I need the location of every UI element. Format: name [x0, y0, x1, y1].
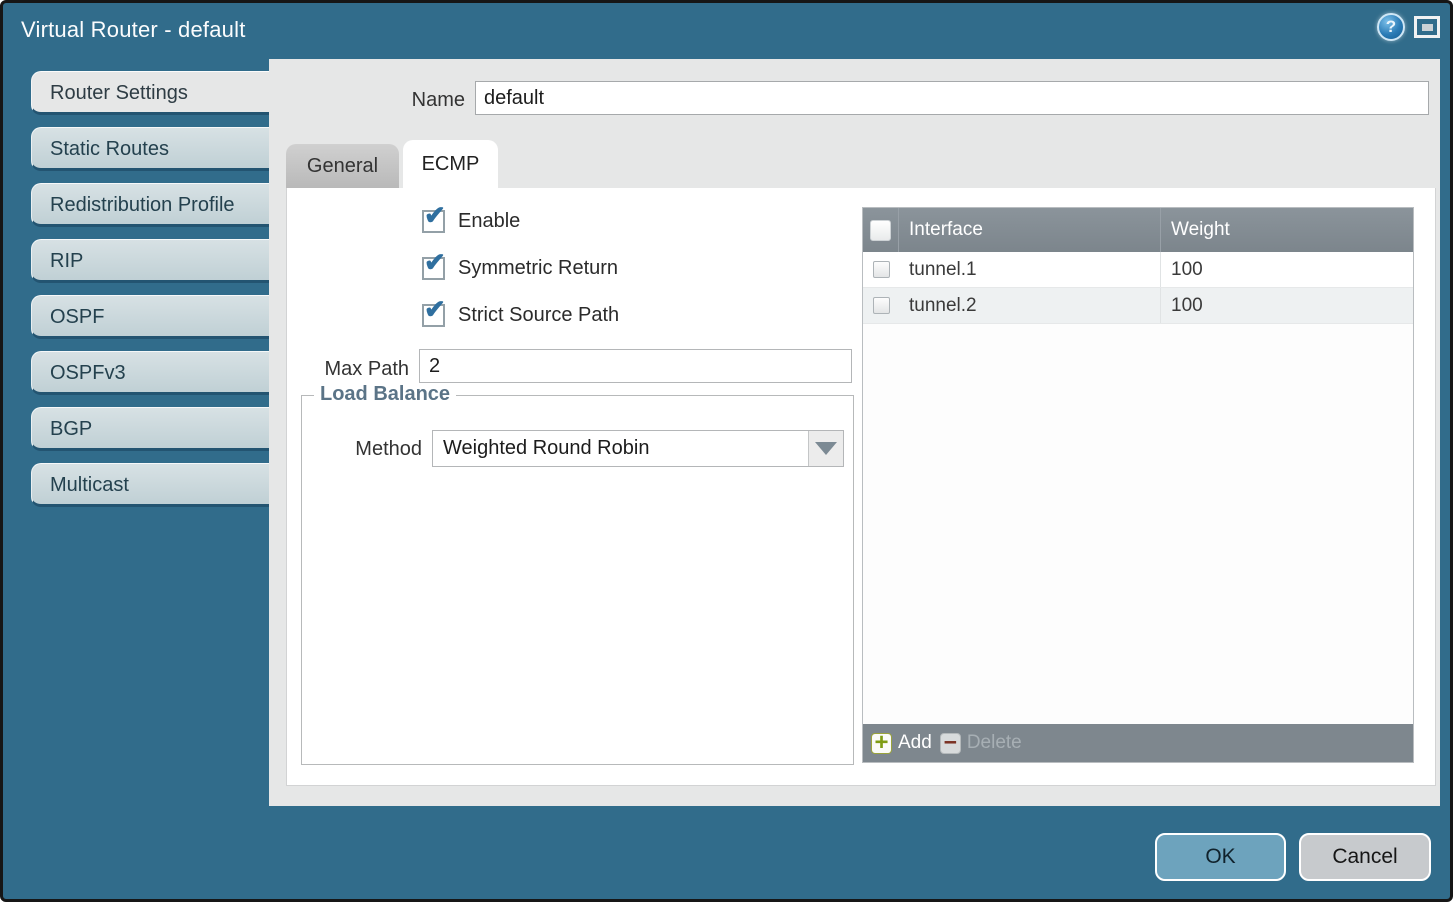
sidebar-item-ospf[interactable]: OSPF [31, 295, 269, 339]
tab-ecmp[interactable]: ECMP [403, 140, 498, 188]
name-label: Name [389, 89, 465, 112]
plus-icon: + [871, 733, 892, 754]
symmetric-return-checkbox[interactable]: ✔ [422, 257, 445, 280]
restore-window-icon[interactable] [1414, 16, 1440, 38]
column-header-interface[interactable]: Interface [899, 219, 1160, 241]
table-row[interactable]: tunnel.2 100 [863, 288, 1413, 324]
dropdown-arrow-button[interactable] [808, 431, 843, 466]
symmetric-return-label: Symmetric Return [458, 257, 618, 280]
enable-label: Enable [458, 210, 520, 233]
load-balance-legend: Load Balance [314, 383, 456, 406]
max-path-label: Max Path [297, 358, 409, 381]
sidebar-item-redistribution-profile[interactable]: Redistribution Profile [31, 183, 269, 227]
dialog-title: Virtual Router - default [21, 3, 246, 57]
table-empty-area [863, 324, 1413, 724]
row-checkbox[interactable] [873, 297, 890, 314]
ecmp-tab-panel: ✔ Enable ✔ Symmetric Return ✔ Strict Sou… [286, 188, 1436, 786]
table-footer: + Add − Delete [863, 724, 1413, 762]
sidebar-item-rip[interactable]: RIP [31, 239, 269, 283]
check-icon: ✔ [424, 202, 446, 228]
select-all-checkbox[interactable] [870, 220, 891, 241]
delete-button-label: Delete [967, 732, 1022, 754]
strict-source-path-row: ✔ Strict Source Path [422, 304, 619, 327]
cancel-button[interactable]: Cancel [1299, 833, 1431, 881]
cell-interface: tunnel.2 [899, 295, 1160, 317]
virtual-router-dialog: Virtual Router - default ? Router Settin… [0, 0, 1453, 902]
tab-general[interactable]: General [286, 144, 399, 188]
load-balance-group: Load Balance Method Weighted Round Robin [301, 395, 854, 765]
check-icon: ✔ [424, 296, 446, 322]
minus-icon: − [940, 733, 961, 754]
table-header: Interface Weight [863, 208, 1413, 252]
row-checkbox[interactable] [873, 261, 890, 278]
check-icon: ✔ [424, 249, 446, 275]
enable-checkbox[interactable]: ✔ [422, 210, 445, 233]
delete-button[interactable]: − Delete [940, 732, 1022, 754]
symmetric-return-row: ✔ Symmetric Return [422, 257, 618, 280]
max-path-input[interactable] [419, 349, 852, 383]
sidebar-item-bgp[interactable]: BGP [31, 407, 269, 451]
sidebar-item-ospfv3[interactable]: OSPFv3 [31, 351, 269, 395]
cell-interface: tunnel.1 [899, 259, 1160, 281]
strict-source-path-checkbox[interactable]: ✔ [422, 304, 445, 327]
restore-window-icon-inner [1422, 24, 1433, 31]
enable-row: ✔ Enable [422, 210, 520, 233]
method-label: Method [322, 438, 422, 461]
sidebar-item-router-settings[interactable]: Router Settings [31, 71, 269, 115]
content-panel: Name General ECMP ✔ Enable ✔ Symmetric R… [269, 59, 1440, 806]
method-selected-value: Weighted Round Robin [433, 431, 808, 466]
sidebar-item-multicast[interactable]: Multicast [31, 463, 269, 507]
name-input[interactable] [475, 81, 1429, 115]
add-button[interactable]: + Add [871, 732, 932, 754]
cell-weight: 100 [1160, 288, 1413, 323]
add-button-label: Add [898, 732, 932, 754]
help-icon[interactable]: ? [1377, 13, 1405, 41]
cell-weight: 100 [1160, 252, 1413, 287]
interface-table: Interface Weight tunnel.1 100 tunnel.2 1… [862, 207, 1414, 763]
chevron-down-icon [815, 442, 837, 455]
column-header-weight[interactable]: Weight [1160, 208, 1413, 252]
strict-source-path-label: Strict Source Path [458, 304, 619, 327]
method-dropdown[interactable]: Weighted Round Robin [432, 430, 844, 467]
dialog-titlebar: Virtual Router - default ? [3, 3, 1450, 59]
ok-button[interactable]: OK [1155, 833, 1286, 881]
sidebar-item-static-routes[interactable]: Static Routes [31, 127, 269, 171]
sidebar: Router Settings Static Routes Redistribu… [31, 71, 269, 519]
table-row[interactable]: tunnel.1 100 [863, 252, 1413, 288]
